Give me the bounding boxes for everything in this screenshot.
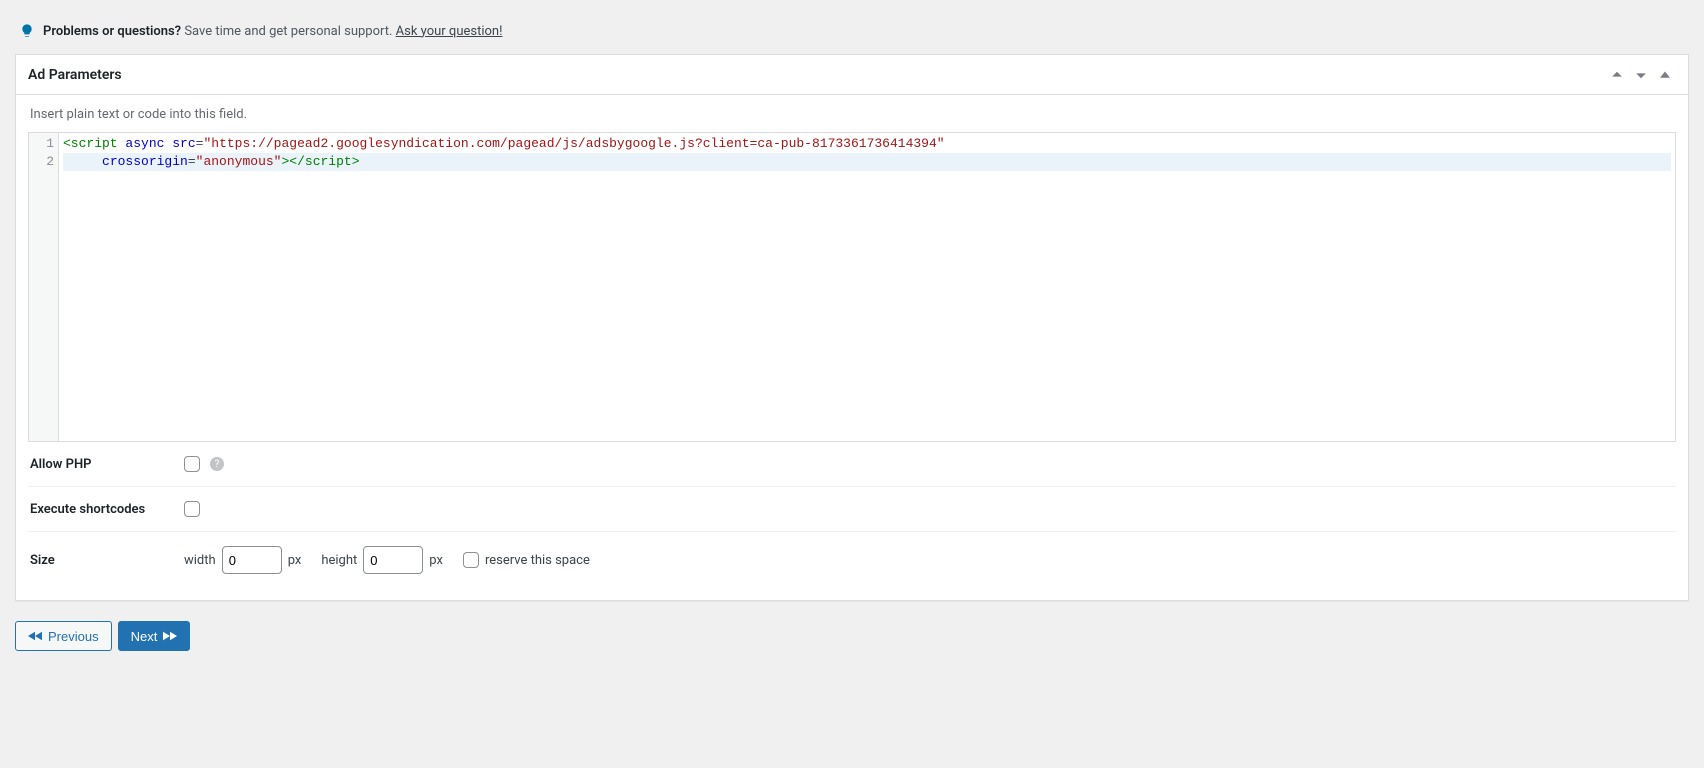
panel-title: Ad Parameters: [28, 67, 1606, 83]
execute-shortcodes-label: Execute shortcodes: [28, 502, 184, 517]
previous-label: Previous: [48, 629, 99, 644]
code-gutter: 1 2: [29, 133, 59, 441]
width-input[interactable]: [222, 546, 282, 574]
line-number: 2: [41, 153, 54, 171]
execute-shortcodes-checkbox[interactable]: [184, 501, 200, 517]
panel-handle-actions: [1606, 64, 1676, 86]
reserve-space-label: reserve this space: [485, 553, 590, 568]
code-hint: Insert plain text or code into this fiel…: [28, 107, 1676, 122]
help-icon[interactable]: ?: [210, 457, 224, 471]
help-text-line: Problems or questions? Save time and get…: [43, 24, 502, 39]
size-row: Size width px height px reserve this spa…: [28, 532, 1676, 588]
toggle-panel-button[interactable]: [1654, 64, 1676, 86]
chevron-down-icon: [1633, 67, 1649, 83]
panel-header: Ad Parameters: [16, 55, 1688, 95]
wizard-nav: Previous Next: [15, 621, 1689, 651]
next-button[interactable]: Next: [118, 621, 191, 651]
move-up-button[interactable]: [1606, 64, 1628, 86]
height-label: height: [321, 553, 357, 568]
code-area[interactable]: <script async src="https://pagead2.googl…: [59, 133, 1675, 441]
panel-body: Insert plain text or code into this fiel…: [16, 95, 1688, 600]
execute-shortcodes-row: Execute shortcodes: [28, 487, 1676, 532]
rewind-icon: [28, 630, 42, 642]
height-unit: px: [429, 553, 443, 568]
code-line: crossorigin="anonymous"></script>: [63, 153, 1671, 171]
width-label: width: [184, 553, 216, 568]
height-input[interactable]: [363, 546, 423, 574]
size-label: Size: [28, 553, 184, 568]
ad-parameters-panel: Ad Parameters Insert plain text or code …: [15, 54, 1689, 601]
ask-question-link[interactable]: Ask your question!: [396, 24, 503, 39]
chevron-up-icon: [1609, 67, 1625, 83]
move-down-button[interactable]: [1630, 64, 1652, 86]
help-banner: Problems or questions? Save time and get…: [15, 15, 1689, 54]
allow-php-row: Allow PHP ?: [28, 442, 1676, 487]
allow-php-label: Allow PHP: [28, 457, 184, 472]
code-editor[interactable]: 1 2 <script async src="https://pagead2.g…: [28, 132, 1676, 442]
help-text: Save time and get personal support.: [184, 24, 392, 39]
forward-icon: [163, 630, 177, 642]
next-label: Next: [131, 629, 158, 644]
line-number: 1: [41, 135, 54, 153]
triangle-up-icon: [1658, 68, 1672, 82]
lightbulb-icon: [19, 23, 35, 39]
help-bold: Problems or questions?: [43, 24, 181, 39]
code-line: <script async src="https://pagead2.googl…: [63, 135, 1671, 153]
width-unit: px: [288, 553, 302, 568]
reserve-space-checkbox[interactable]: [463, 552, 479, 568]
previous-button[interactable]: Previous: [15, 621, 112, 651]
allow-php-checkbox[interactable]: [184, 456, 200, 472]
